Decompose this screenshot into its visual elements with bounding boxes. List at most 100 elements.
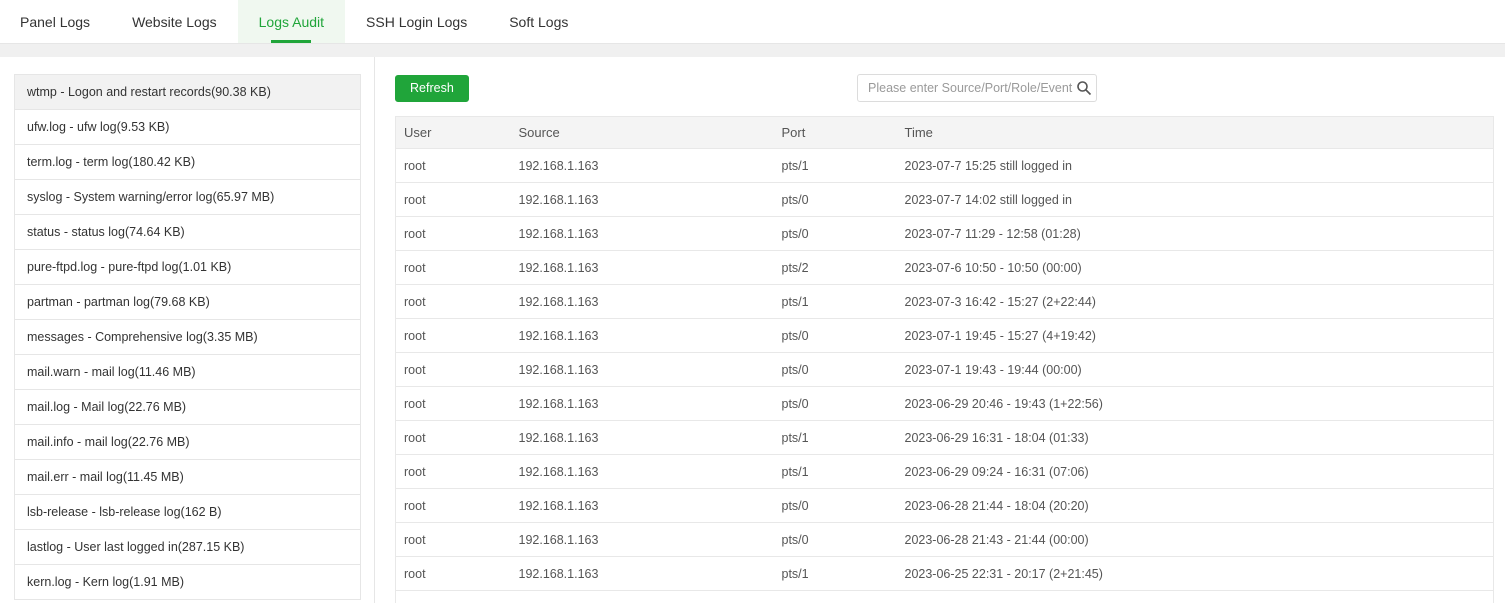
list-item[interactable]: status - status log(74.64 KB) <box>15 215 360 250</box>
cell-port: pts/0 <box>774 217 897 251</box>
table-row-partial <box>396 591 1494 603</box>
list-item[interactable]: messages - Comprehensive log(3.35 MB) <box>15 320 360 355</box>
table-row: root192.168.1.163pts/12023-07-7 15:25 st… <box>396 149 1494 183</box>
log-audit-main: Refresh UserSourcePortTime root192.168.1… <box>375 57 1505 603</box>
table-row: root192.168.1.163pts/12023-07-3 16:42 - … <box>396 285 1494 319</box>
list-item[interactable]: syslog - System warning/error log(65.97 … <box>15 180 360 215</box>
column-header-time: Time <box>897 117 1494 149</box>
table-row: root192.168.1.163pts/02023-07-1 19:45 - … <box>396 319 1494 353</box>
cell-source: 192.168.1.163 <box>511 319 774 353</box>
list-item[interactable]: lsb-release - lsb-release log(162 B) <box>15 495 360 530</box>
cell-source: 192.168.1.163 <box>511 183 774 217</box>
cell-user: root <box>396 557 511 591</box>
cell-user: root <box>396 353 511 387</box>
cell-user: root <box>396 455 511 489</box>
cell-time: 2023-06-28 21:43 - 21:44 (00:00) <box>897 523 1494 557</box>
tab-panel-logs[interactable]: Panel Logs <box>0 0 111 43</box>
search-box <box>857 74 1097 102</box>
log-file-panel: wtmp - Logon and restart records(90.38 K… <box>0 57 375 603</box>
cell-port: pts/0 <box>774 183 897 217</box>
list-item[interactable]: kern.log - Kern log(1.91 MB) <box>15 565 360 600</box>
cell-time: 2023-07-7 11:29 - 12:58 (01:28) <box>897 217 1494 251</box>
table-header-row: UserSourcePortTime <box>396 117 1494 149</box>
cell-time: 2023-06-29 09:24 - 16:31 (07:06) <box>897 455 1494 489</box>
cell-user: root <box>396 149 511 183</box>
table-row: root192.168.1.163pts/02023-06-29 20:46 -… <box>396 387 1494 421</box>
cell-time: 2023-07-7 15:25 still logged in <box>897 149 1494 183</box>
cell-source: 192.168.1.163 <box>511 523 774 557</box>
cell-source: 192.168.1.163 <box>511 285 774 319</box>
content-area: wtmp - Logon and restart records(90.38 K… <box>0 57 1505 603</box>
cell-time: 2023-07-6 10:50 - 10:50 (00:00) <box>897 251 1494 285</box>
search-icon[interactable] <box>1076 80 1092 96</box>
column-header-source: Source <box>511 117 774 149</box>
cell-port: pts/0 <box>774 353 897 387</box>
cell-time: 2023-07-3 16:42 - 15:27 (2+22:44) <box>897 285 1494 319</box>
cell-user: root <box>396 183 511 217</box>
table-row: root192.168.1.163pts/02023-07-7 14:02 st… <box>396 183 1494 217</box>
cell-user: root <box>396 387 511 421</box>
cell-source: 192.168.1.163 <box>511 455 774 489</box>
log-file-list: wtmp - Logon and restart records(90.38 K… <box>14 74 361 600</box>
list-item[interactable]: lastlog - User last logged in(287.15 KB) <box>15 530 360 565</box>
cell-port: pts/1 <box>774 285 897 319</box>
cell-source: 192.168.1.163 <box>511 387 774 421</box>
table-row: root192.168.1.163pts/12023-06-25 22:31 -… <box>396 557 1494 591</box>
cell-time: 2023-07-7 14:02 still logged in <box>897 183 1494 217</box>
cell-time: 2023-06-25 22:31 - 20:17 (2+21:45) <box>897 557 1494 591</box>
table-row: root192.168.1.163pts/02023-07-1 19:43 - … <box>396 353 1494 387</box>
list-item[interactable]: mail.info - mail log(22.76 MB) <box>15 425 360 460</box>
cell-port: pts/1 <box>774 421 897 455</box>
refresh-button[interactable]: Refresh <box>395 75 469 102</box>
tab-ssh-login-logs[interactable]: SSH Login Logs <box>345 0 488 43</box>
cell-port: pts/2 <box>774 251 897 285</box>
table-row: root192.168.1.163pts/02023-07-7 11:29 - … <box>396 217 1494 251</box>
table-body: root192.168.1.163pts/12023-07-7 15:25 st… <box>396 149 1494 603</box>
tab-soft-logs[interactable]: Soft Logs <box>488 0 589 43</box>
list-item[interactable]: ufw.log - ufw log(9.53 KB) <box>15 110 360 145</box>
list-item[interactable]: mail.warn - mail log(11.46 MB) <box>15 355 360 390</box>
cell-user: root <box>396 217 511 251</box>
cell-port: pts/0 <box>774 387 897 421</box>
cell-port: pts/0 <box>774 489 897 523</box>
tab-bar: Panel LogsWebsite LogsLogs AuditSSH Logi… <box>0 0 1505 43</box>
table-row: root192.168.1.163pts/22023-07-6 10:50 - … <box>396 251 1494 285</box>
cell-port: pts/0 <box>774 319 897 353</box>
list-item[interactable]: mail.err - mail log(11.45 MB) <box>15 460 360 495</box>
tabbar-divider-band <box>0 43 1505 57</box>
list-item[interactable]: term.log - term log(180.42 KB) <box>15 145 360 180</box>
cell-time: 2023-06-28 21:44 - 18:04 (20:20) <box>897 489 1494 523</box>
cell-user: root <box>396 523 511 557</box>
cell-user: root <box>396 251 511 285</box>
list-item[interactable]: mail.log - Mail log(22.76 MB) <box>15 390 360 425</box>
cell-source: 192.168.1.163 <box>511 489 774 523</box>
search-input[interactable] <box>857 74 1097 102</box>
cell-source: 192.168.1.163 <box>511 421 774 455</box>
cell-port: pts/0 <box>774 523 897 557</box>
cell-user: root <box>396 489 511 523</box>
list-item[interactable]: wtmp - Logon and restart records(90.38 K… <box>15 75 360 110</box>
cell-time: 2023-07-1 19:43 - 19:44 (00:00) <box>897 353 1494 387</box>
list-item[interactable]: pure-ftpd.log - pure-ftpd log(1.01 KB) <box>15 250 360 285</box>
toolbar: Refresh <box>395 74 1493 102</box>
cell-user: root <box>396 319 511 353</box>
cell-user: root <box>396 421 511 455</box>
cell-port: pts/1 <box>774 149 897 183</box>
list-item[interactable]: partman - partman log(79.68 KB) <box>15 285 360 320</box>
cell-source: 192.168.1.163 <box>511 217 774 251</box>
cell-port: pts/1 <box>774 455 897 489</box>
active-tab-underline <box>271 40 311 43</box>
cell-time: 2023-06-29 20:46 - 19:43 (1+22:56) <box>897 387 1494 421</box>
cell-source: 192.168.1.163 <box>511 353 774 387</box>
login-records-table: UserSourcePortTime root192.168.1.163pts/… <box>395 116 1494 603</box>
column-header-port: Port <box>774 117 897 149</box>
table-header: UserSourcePortTime <box>396 117 1494 149</box>
cell-port: pts/1 <box>774 557 897 591</box>
tab-logs-audit[interactable]: Logs Audit <box>238 0 345 43</box>
table-row: root192.168.1.163pts/12023-06-29 09:24 -… <box>396 455 1494 489</box>
column-header-user: User <box>396 117 511 149</box>
table-row: root192.168.1.163pts/12023-06-29 16:31 -… <box>396 421 1494 455</box>
tab-website-logs[interactable]: Website Logs <box>111 0 238 43</box>
table-row: root192.168.1.163pts/02023-06-28 21:44 -… <box>396 489 1494 523</box>
cell-user: root <box>396 285 511 319</box>
